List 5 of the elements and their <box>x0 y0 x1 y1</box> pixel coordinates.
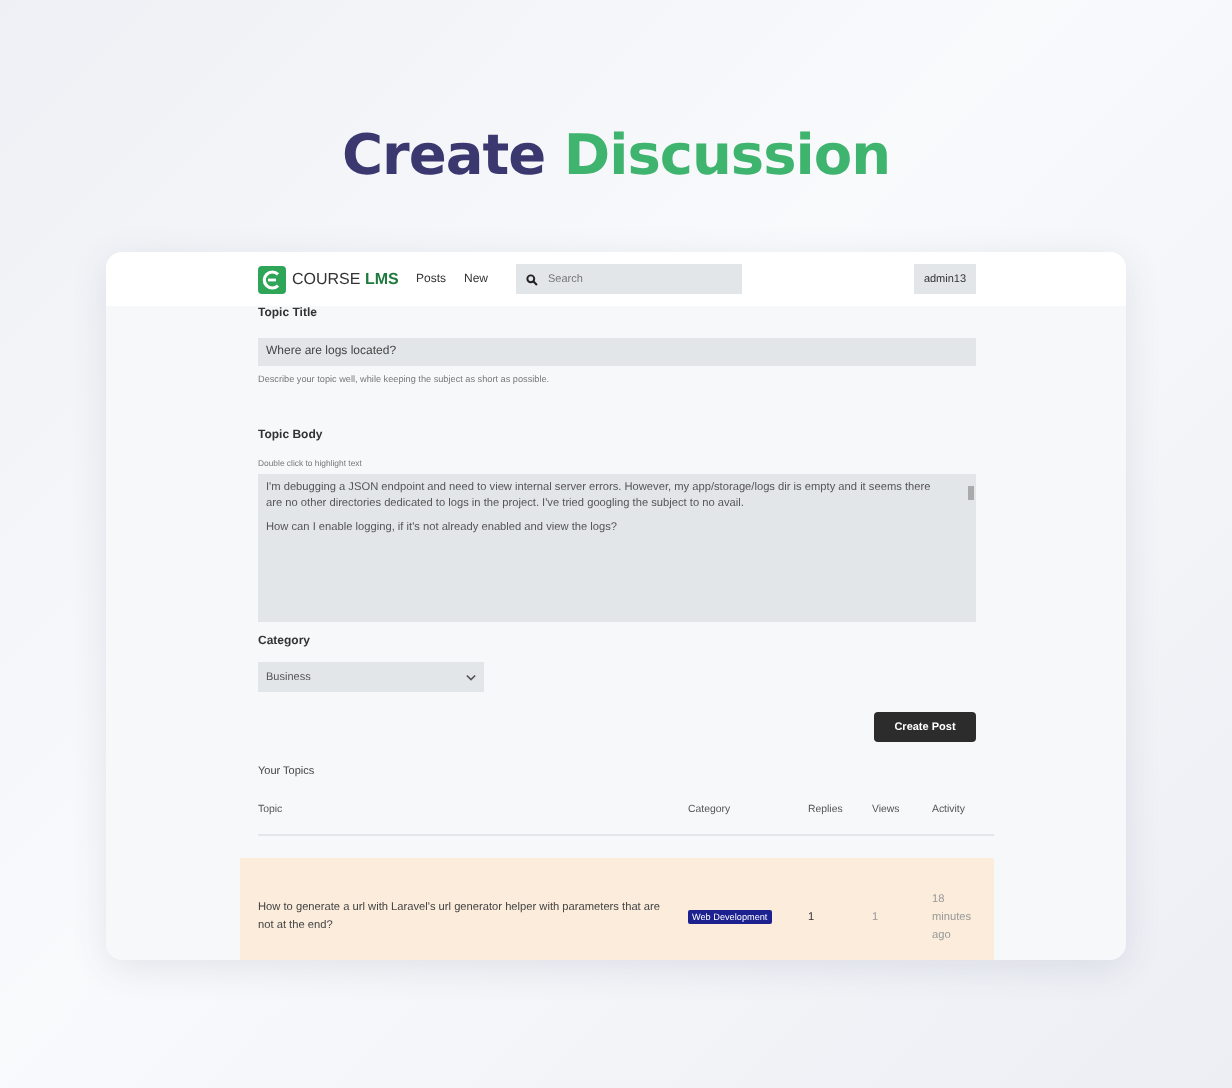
logo-icon <box>258 265 286 293</box>
page-heading: Create Discussion <box>341 120 890 192</box>
text-area[interactable] <box>258 474 976 622</box>
logo-text[interactable]: COURSE LMS <box>292 270 399 288</box>
chevron-icon <box>466 673 476 681</box>
